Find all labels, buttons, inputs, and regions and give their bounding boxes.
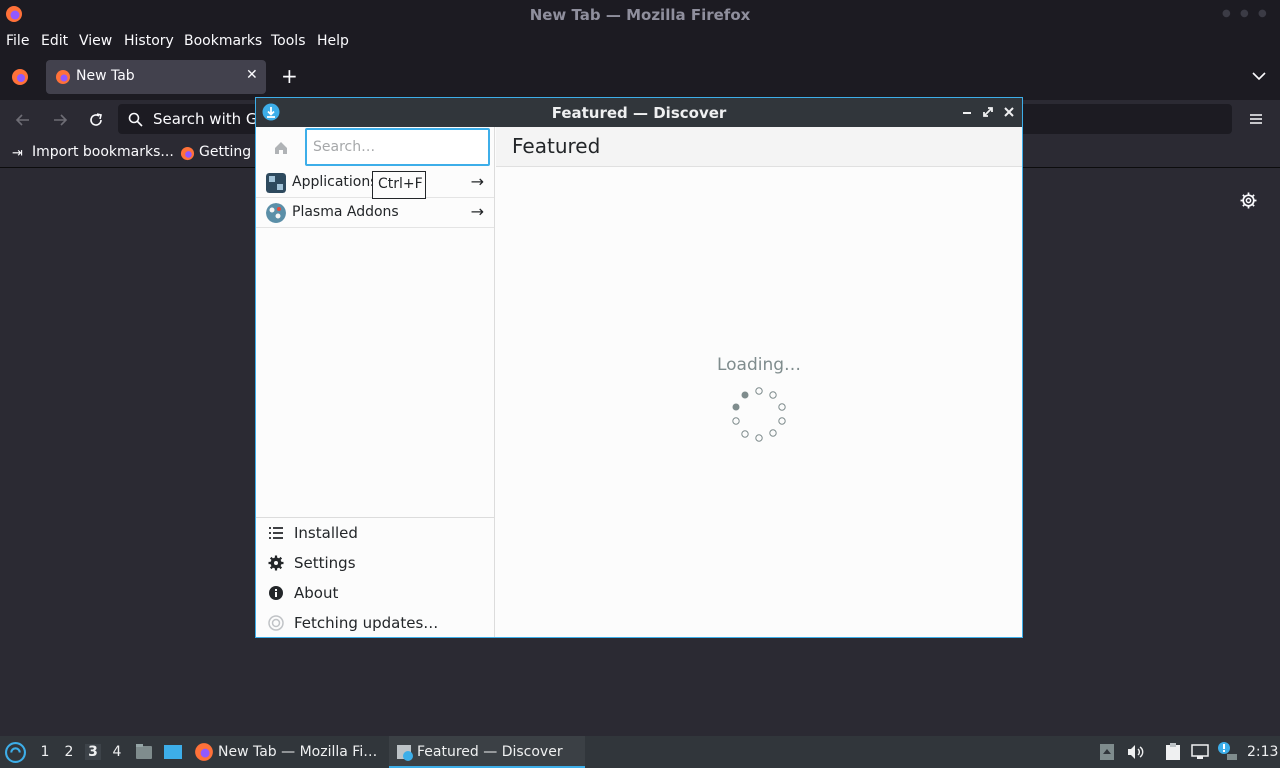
task-label: New Tab — Mozilla Fi… — [218, 744, 378, 760]
list-icon — [269, 527, 283, 539]
discover-close-icon[interactable] — [1003, 106, 1015, 118]
desktop-1[interactable]: 1 — [37, 744, 53, 760]
discover-window-title: Featured — Discover — [551, 104, 727, 122]
discover-sidebar: Applications → Plasma Addons → Ctrl+F In… — [256, 127, 495, 637]
task-discover[interactable]: Featured — Discover — [389, 736, 585, 768]
taskbar: 1 2 3 4 New Tab — Mozilla Fi… Featured —… — [0, 736, 1280, 768]
category-plasma-addons[interactable]: Plasma Addons → — [256, 198, 494, 228]
search-shortcut-tooltip: Ctrl+F — [372, 171, 426, 199]
menu-bookmarks[interactable]: Bookmarks — [184, 33, 262, 49]
import-icon: ⇥ — [12, 146, 23, 161]
menu-help[interactable]: Help — [317, 33, 349, 49]
menu-file[interactable]: File — [6, 33, 29, 49]
firefox-bookmark-icon — [180, 146, 195, 161]
clock[interactable]: 2:13 — [1247, 744, 1278, 760]
about-item[interactable]: About — [256, 578, 494, 608]
app-menu-icon[interactable] — [1249, 112, 1263, 126]
discover-search-field[interactable] — [305, 128, 490, 166]
page-header: Featured — [496, 127, 1022, 167]
home-icon[interactable] — [273, 140, 289, 156]
discover-minimize-icon[interactable] — [961, 106, 973, 118]
list-all-tabs-icon[interactable] — [1252, 71, 1266, 81]
category-label: Applications — [292, 174, 378, 190]
newtab-settings-gear-icon[interactable] — [1240, 192, 1257, 209]
discover-bottom-menu: Installed Settings About Fetching update… — [256, 517, 494, 637]
desktop-3[interactable]: 3 — [85, 744, 101, 760]
firefox-menubar: File Edit View History Bookmarks Tools H… — [0, 30, 1280, 54]
update-icon — [268, 615, 284, 631]
file-manager-icon[interactable] — [135, 743, 153, 761]
installed-label: Installed — [294, 524, 358, 542]
info-icon — [269, 586, 283, 600]
page-title: Featured — [512, 134, 601, 158]
app-launcher-icon[interactable] — [5, 742, 26, 763]
category-label: Plasma Addons — [292, 204, 399, 220]
tab-close-icon[interactable]: ✕ — [246, 67, 258, 83]
menu-history[interactable]: History — [124, 33, 174, 49]
tray-expand-icon[interactable] — [1099, 743, 1115, 761]
new-tab-button[interactable]: + — [281, 64, 298, 88]
back-icon[interactable] — [15, 112, 31, 128]
settings-item[interactable]: Settings — [256, 548, 494, 578]
applications-icon — [266, 173, 286, 193]
firefox-view-icon[interactable] — [11, 68, 29, 86]
fetching-updates-label: Fetching updates… — [294, 614, 439, 632]
close-icon[interactable]: ● — [1258, 8, 1268, 19]
bookmark-import[interactable]: Import bookmarks... — [32, 144, 174, 160]
discover-titlebar[interactable]: Featured — Discover — [256, 98, 1022, 127]
firefox-window-title: New Tab — Mozilla Firefox — [529, 6, 751, 24]
arrow-right-icon: → — [470, 202, 484, 221]
gear-icon — [268, 555, 284, 571]
desktop-4[interactable]: 4 — [109, 744, 125, 760]
firefox-favicon-icon — [56, 70, 70, 84]
tab-label: New Tab — [76, 68, 135, 84]
about-label: About — [294, 584, 339, 602]
volume-icon[interactable] — [1127, 744, 1144, 760]
search-icon — [128, 112, 143, 127]
desktop-view-icon[interactable] — [163, 743, 183, 761]
menu-view[interactable]: View — [79, 33, 112, 49]
fetching-updates-item[interactable]: Fetching updates… — [256, 608, 494, 638]
reload-icon[interactable] — [88, 112, 104, 128]
desktop-2[interactable]: 2 — [61, 744, 77, 760]
menu-tools[interactable]: Tools — [271, 33, 306, 49]
discover-icon — [397, 745, 413, 761]
discover-search-input[interactable] — [313, 132, 483, 162]
url-bar-text: Search with Go — [153, 110, 267, 128]
tab-new-tab[interactable]: New Tab ✕ — [46, 60, 266, 94]
discover-main: Featured Loading… — [496, 127, 1022, 637]
network-icon[interactable] — [1191, 744, 1209, 760]
firefox-titlebar: New Tab — Mozilla Firefox ● ● ● — [0, 0, 1280, 30]
arrow-right-icon: → — [470, 172, 484, 191]
clipboard-icon[interactable] — [1163, 743, 1183, 761]
loading-text: Loading… — [716, 355, 802, 375]
menu-edit[interactable]: Edit — [41, 33, 68, 49]
task-firefox[interactable]: New Tab — Mozilla Fi… — [191, 736, 384, 768]
settings-label: Settings — [294, 554, 356, 572]
installed-item[interactable]: Installed — [256, 518, 494, 548]
maximize-icon[interactable]: ● — [1240, 8, 1250, 19]
loading-spinner-icon — [732, 387, 786, 442]
bookmark-getting-started[interactable]: Getting s — [199, 144, 263, 160]
discover-maximize-icon[interactable] — [982, 106, 994, 118]
task-label: Featured — Discover — [417, 744, 563, 760]
plasma-addons-icon — [266, 203, 286, 223]
firefox-icon — [195, 743, 213, 761]
forward-icon[interactable] — [52, 112, 68, 128]
minimize-icon[interactable]: ● — [1222, 8, 1232, 19]
firefox-tabbar: New Tab ✕ + — [0, 54, 1280, 100]
updates-notification-icon[interactable] — [1216, 741, 1238, 761]
discover-window: Featured — Discover Applications → — [255, 97, 1023, 638]
